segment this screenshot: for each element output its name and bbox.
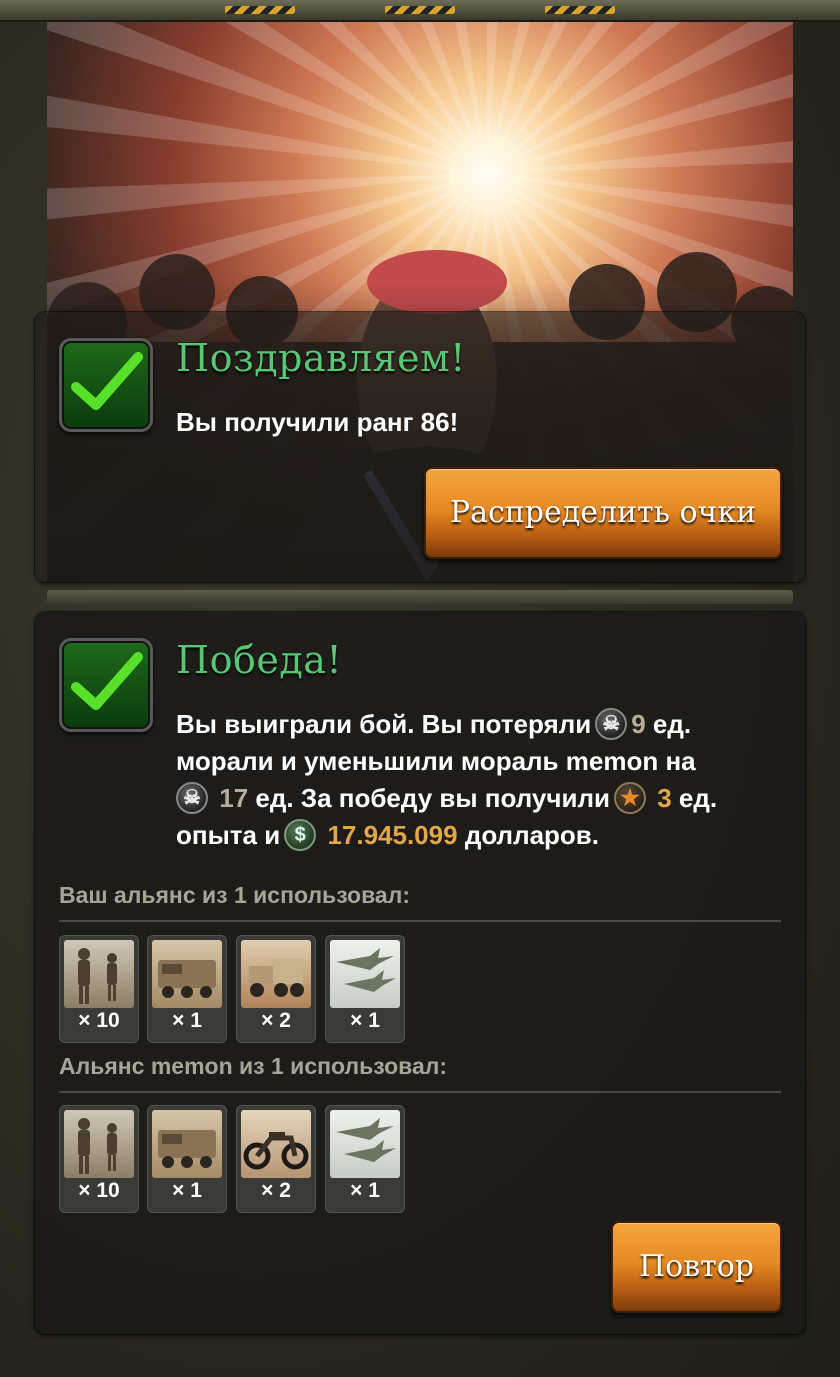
text-segment: долларов. bbox=[464, 820, 600, 850]
unit-count: × 1 bbox=[172, 1009, 202, 1032]
lost-morale-value: 9 bbox=[631, 709, 646, 739]
separator bbox=[59, 920, 781, 922]
unit-jets[interactable]: × 1 bbox=[325, 1105, 405, 1213]
your-alliance-label: Ваш альянс из 1 использовал: bbox=[59, 882, 410, 908]
battle-result-text: Вы выиграли бой. Вы потеряли ☠ 9 ед. морал… bbox=[176, 706, 717, 854]
checkmark-icon bbox=[59, 638, 153, 732]
unit-count: × 1 bbox=[350, 1009, 380, 1032]
unit-armored-vehicle[interactable]: × 1 bbox=[147, 935, 227, 1043]
unit-truck[interactable]: × 2 bbox=[236, 935, 316, 1043]
result-line-4: опыта и $ 17.945.099 долларов. bbox=[176, 817, 717, 854]
skull-icon: ☠ bbox=[176, 782, 208, 814]
text-segment: ед. За победу вы получили bbox=[255, 783, 610, 813]
text-segment: Вы выиграли бой. Вы потеряли bbox=[176, 709, 592, 739]
text-segment: морали и уменьшили мораль memon на bbox=[176, 746, 696, 776]
unit-infantry[interactable]: × 10 bbox=[59, 935, 139, 1043]
unit-count: × 1 bbox=[350, 1179, 380, 1202]
text-segment: ед. bbox=[678, 783, 718, 813]
rank-message: Вы получили ранг 86! bbox=[176, 407, 459, 437]
top-bar bbox=[0, 0, 840, 22]
enemy-alliance-label: Альянс memon из 1 использовал: bbox=[59, 1053, 448, 1079]
congrats-title: Поздравляем! bbox=[176, 336, 466, 380]
unit-armored-vehicle[interactable]: × 1 bbox=[147, 1105, 227, 1213]
enemy-morale-value: 17 bbox=[219, 783, 249, 813]
checkmark-icon bbox=[59, 338, 153, 432]
unit-count: × 2 bbox=[261, 1179, 291, 1202]
xp-value: 3 bbox=[657, 783, 672, 813]
text-segment: ед. bbox=[652, 709, 692, 739]
separator bbox=[59, 1091, 781, 1093]
unit-jets[interactable]: × 1 bbox=[325, 935, 405, 1043]
dollars-value: 17.945.099 bbox=[327, 820, 458, 850]
star-icon: ★ bbox=[613, 782, 646, 814]
unit-infantry[interactable]: × 10 bbox=[59, 1105, 139, 1213]
result-line-1: Вы выиграли бой. Вы потеряли ☠ 9 ед. bbox=[176, 706, 717, 743]
repeat-button[interactable]: Повтор bbox=[611, 1221, 782, 1313]
unit-count: × 10 bbox=[78, 1009, 120, 1032]
unit-count: × 1 bbox=[172, 1179, 202, 1202]
victory-title: Победа! bbox=[176, 638, 343, 682]
result-line-2: морали и уменьшили мораль memon на bbox=[176, 743, 717, 780]
unit-motorcycle[interactable]: × 2 bbox=[236, 1105, 316, 1213]
unit-count: × 10 bbox=[78, 1179, 120, 1202]
divider bbox=[47, 590, 793, 604]
dollar-icon: $ bbox=[284, 819, 317, 851]
distribute-points-button[interactable]: Распределить очки bbox=[424, 467, 782, 559]
skull-icon: ☠ bbox=[595, 708, 628, 740]
result-line-3: ☠ 17 ед. За победу вы получили ★ 3 ед. bbox=[172, 780, 717, 817]
unit-count: × 2 bbox=[261, 1009, 291, 1032]
text-segment: опыта и bbox=[176, 820, 281, 850]
